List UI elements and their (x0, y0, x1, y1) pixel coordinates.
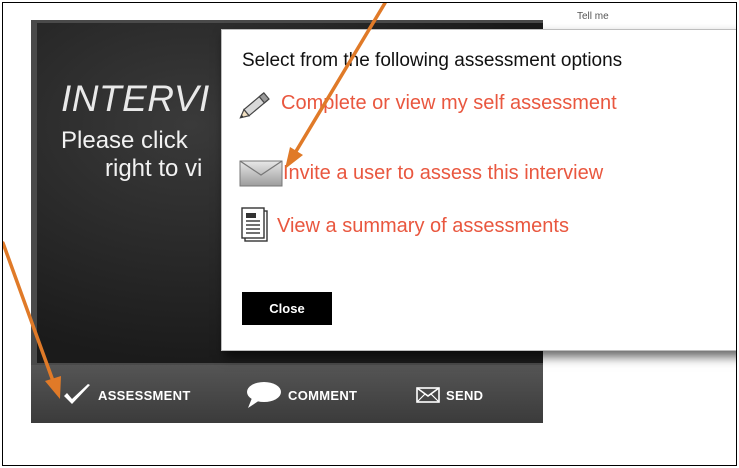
option-view-summary[interactable]: View a summary of assessments (239, 207, 569, 245)
checkmark-icon (64, 384, 90, 404)
option-label: Complete or view my self assessment (281, 91, 617, 114)
video-subtitle-line1: Please click (61, 127, 188, 154)
speech-bubble-icon (247, 382, 281, 408)
assessment-button[interactable]: ASSESSMENT (62, 382, 191, 408)
assessment-label: ASSESSMENT (98, 387, 191, 403)
option-invite-user[interactable]: Invite a user to assess this interview (239, 158, 603, 188)
comment-label: COMMENT (288, 387, 358, 403)
top-right-text: Tell me (577, 11, 609, 22)
video-controls-bar: ASSESSMENT COMMENT SEND (31, 365, 543, 423)
document-icon (241, 207, 268, 242)
pencil-icon (239, 92, 270, 119)
screenshot-frame: Tell me INTERVI Please click right to vi… (2, 2, 737, 466)
video-title: INTERVI (61, 78, 210, 119)
option-self-assessment[interactable]: Complete or view my self assessment (239, 86, 617, 120)
send-button[interactable]: SEND (416, 382, 483, 408)
video-subtitle-line2: right to vi (105, 155, 203, 182)
option-label: Invite a user to assess this interview (283, 161, 604, 184)
close-button[interactable]: Close (242, 292, 332, 325)
dialog-title: Select from the following assessment opt… (242, 50, 623, 71)
envelope-icon (239, 160, 283, 187)
comment-button[interactable]: COMMENT (246, 382, 357, 408)
assessment-options-dialog: Select from the following assessment opt… (221, 29, 736, 351)
envelope-icon (416, 387, 440, 403)
option-label: View a summary of assessments (277, 214, 569, 237)
send-label: SEND (446, 387, 484, 403)
